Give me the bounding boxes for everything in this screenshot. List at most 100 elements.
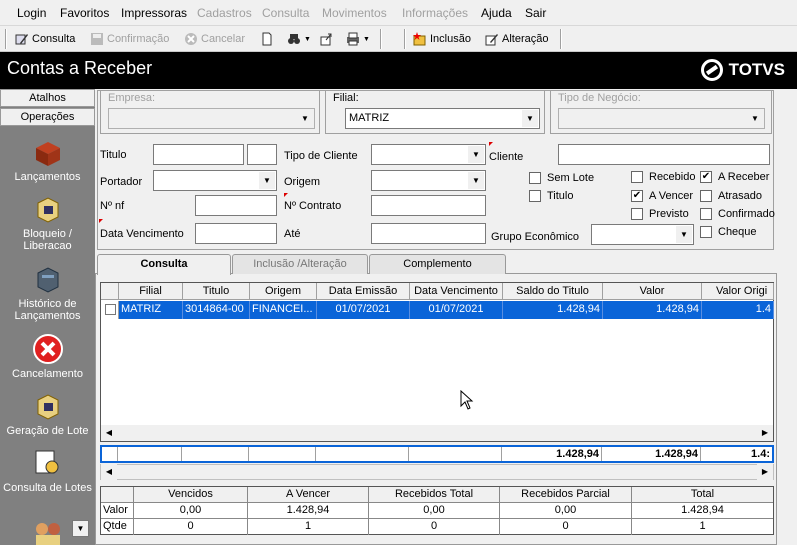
tab-consulta[interactable]: Consulta xyxy=(97,254,231,275)
a-receber-checkbox[interactable]: ✔ xyxy=(700,171,712,183)
export-button[interactable] xyxy=(319,30,333,48)
print-button[interactable]: ▼ xyxy=(346,30,370,48)
alteracao-button[interactable]: Alteração xyxy=(485,30,548,48)
titulo-checkbox[interactable] xyxy=(529,190,541,202)
empresa-select: ▼ xyxy=(108,108,315,129)
grid-cell: 3014864-00 xyxy=(183,301,250,319)
tab-complemento[interactable]: Complemento xyxy=(369,254,506,274)
totals-cell xyxy=(316,447,409,461)
inclusao-button[interactable]: Inclusão xyxy=(413,30,471,48)
summary-table: Vencidos A Vencer Recebidos Total Recebi… xyxy=(100,486,774,535)
grid-header[interactable]: Data Vencimento xyxy=(410,283,503,300)
grid-header[interactable]: Origem xyxy=(250,283,317,300)
cheque-checkbox[interactable] xyxy=(700,226,712,238)
scroll-left-arrow-icon[interactable]: ◀ xyxy=(101,464,117,480)
grid-header[interactable]: Filial xyxy=(119,283,183,300)
row-checkbox-cell xyxy=(101,301,119,319)
menu-impressoras[interactable]: Impressoras xyxy=(121,6,187,20)
dropdown-arrow-icon: ▼ xyxy=(304,35,311,43)
tipo-negocio-label: Tipo de Negócio: xyxy=(558,92,641,104)
dropdown-arrow-icon: ▼ xyxy=(363,35,370,43)
data-vencimento-input[interactable] xyxy=(195,223,277,244)
row-checkbox[interactable] xyxy=(105,304,116,315)
empresa-label: Empresa: xyxy=(108,92,156,104)
menu-sair[interactable]: Sair xyxy=(525,6,546,20)
confirmado-checkbox[interactable] xyxy=(700,208,712,220)
tipo-cliente-select[interactable]: ▼ xyxy=(371,144,486,165)
grid-horizontal-scrollbar[interactable]: ◀ ▶ xyxy=(101,425,773,441)
origem-select[interactable]: ▼ xyxy=(371,170,486,191)
tipo-cliente-label: Tipo de Cliente xyxy=(284,150,358,162)
grid-cell: MATRIZ xyxy=(119,301,183,319)
grid-header[interactable]: Data Emissão xyxy=(317,283,410,300)
sidebar-item-label: Consulta de Lotes xyxy=(3,482,92,494)
atalhos-button[interactable]: Atalhos xyxy=(0,89,95,107)
confirmacao-label: Confirmação xyxy=(107,33,170,45)
filial-select[interactable]: MATRIZ ▼ xyxy=(345,108,540,129)
tab-inclusao-alteracao[interactable]: Inclusão /Alteração xyxy=(232,254,368,274)
sidebar-item-geracao-lote[interactable]: Geração de Lote xyxy=(0,390,95,437)
grid-header[interactable]: Saldo do Titulo xyxy=(503,283,603,300)
sem-lote-label: Sem Lote xyxy=(547,172,595,184)
previsto-checkbox[interactable] xyxy=(631,208,643,220)
a-vencer-checkbox[interactable]: ✔ xyxy=(631,190,643,202)
cliente-input[interactable] xyxy=(558,144,770,165)
toolbar-separator xyxy=(404,29,406,49)
totals-valor-original: 1.4: xyxy=(751,448,770,460)
grid-cell: 1.428,94 xyxy=(503,301,603,319)
operacoes-button[interactable]: Operações xyxy=(0,108,95,126)
toolbar: Consulta Confirmação Cancelar ▼ ▼ Inclus… xyxy=(0,26,797,52)
sidebar-item-bloqueio[interactable]: Bloqueio / Liberacao xyxy=(0,193,95,252)
summary-corner xyxy=(101,487,134,503)
grid-cell: 01/07/2021 xyxy=(410,301,503,319)
menu-informacoes: Informações xyxy=(402,6,469,20)
grid-cell: 1.428,94 xyxy=(603,301,702,319)
atrasado-label: Atrasado xyxy=(718,190,763,202)
grid-cell: 01/07/2021 xyxy=(317,301,410,319)
summary-cell: 1 xyxy=(699,520,706,532)
totals-row: 1.428,94 1.428,94 1.4: xyxy=(100,445,774,463)
grid-header[interactable]: Valor xyxy=(603,283,702,300)
sidebar-item-cancelamento[interactable]: Cancelamento xyxy=(0,333,95,380)
sidebar-item-consulta-lotes[interactable]: Consulta de Lotes xyxy=(0,447,95,494)
atrasado-checkbox[interactable] xyxy=(700,190,712,202)
binoculars-pencil-icon xyxy=(15,34,28,45)
menu-ajuda[interactable]: Ajuda xyxy=(481,6,512,20)
scroll-right-arrow-icon[interactable]: ▶ xyxy=(757,425,773,441)
grupo-economico-select[interactable]: ▼ xyxy=(591,224,694,245)
document-icon xyxy=(262,32,272,46)
grid-cell: 1.4 xyxy=(702,301,774,319)
portador-select[interactable]: ▼ xyxy=(153,170,277,191)
confirmado-label: Confirmado xyxy=(718,208,775,220)
ate-input[interactable] xyxy=(371,223,486,244)
totals-horizontal-scrollbar[interactable]: ◀ ▶ xyxy=(100,464,774,480)
menu-favoritos[interactable]: Favoritos xyxy=(60,6,109,20)
recebido-checkbox[interactable] xyxy=(631,171,643,183)
binoculars-icon xyxy=(288,34,300,44)
menu-login[interactable]: Login xyxy=(17,6,46,20)
export-icon xyxy=(320,33,332,46)
new-document-button[interactable] xyxy=(260,30,274,48)
totvs-logo-icon xyxy=(700,59,723,81)
scroll-right-arrow-icon[interactable]: ▶ xyxy=(757,464,773,480)
sidebar-scroll-down-button[interactable]: ▼ xyxy=(72,520,89,537)
a-vencer-label: A Vencer xyxy=(649,190,694,202)
titulo-input[interactable] xyxy=(153,144,244,165)
grid-header-select xyxy=(101,283,119,300)
grid-header[interactable]: Titulo xyxy=(183,283,250,300)
ncontrato-input[interactable] xyxy=(371,195,486,216)
nnf-input[interactable] xyxy=(195,195,277,216)
totals-cell xyxy=(409,447,502,461)
sidebar-item-label: Geração de Lote xyxy=(6,425,89,437)
titulo-suffix-input[interactable] xyxy=(247,144,277,165)
totvs-logo-text: TOTVS xyxy=(728,60,785,79)
grid-header[interactable]: Valor Origi xyxy=(702,283,774,300)
search-button[interactable]: ▼ xyxy=(287,30,311,48)
scroll-left-arrow-icon[interactable]: ◀ xyxy=(101,425,117,441)
sem-lote-checkbox[interactable] xyxy=(529,172,541,184)
window-title-bar: Contas a Receber TOTVS xyxy=(0,52,797,89)
consulta-button[interactable]: Consulta xyxy=(15,30,75,48)
sidebar-item-lancamentos[interactable]: Lançamentos xyxy=(0,136,95,183)
menu-bar: Login Favoritos Impressoras Cadastros Co… xyxy=(0,0,797,26)
sidebar-item-historico[interactable]: Histórico de Lançamentos xyxy=(0,263,95,322)
